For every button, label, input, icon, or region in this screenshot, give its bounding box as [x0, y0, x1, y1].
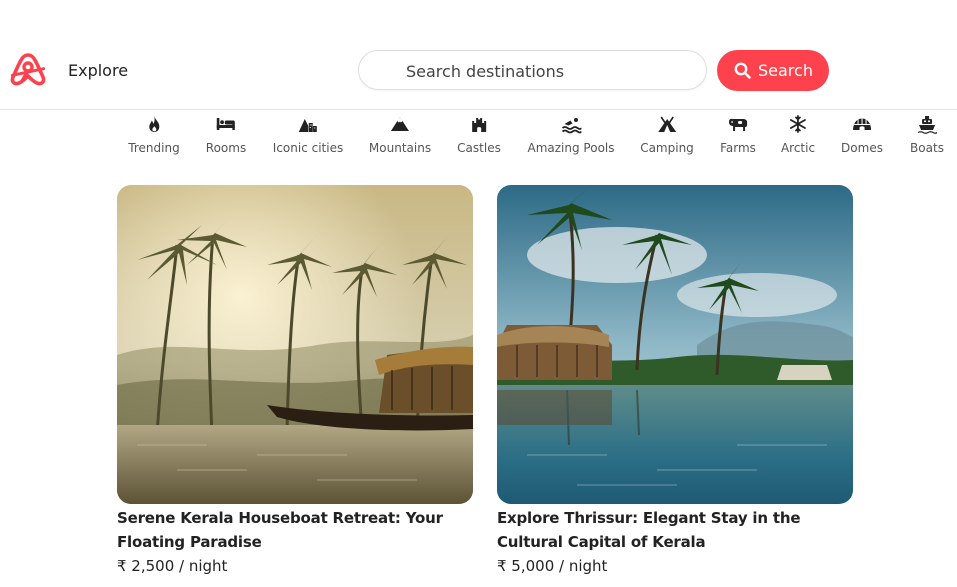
- top-navbar: Explore Search: [0, 0, 957, 110]
- filter-label: Boats: [910, 141, 944, 155]
- mountain-city-icon: [299, 119, 317, 132]
- filter-label: Farms: [720, 141, 756, 155]
- ship-icon: [917, 116, 937, 134]
- filter-trending[interactable]: Trending: [128, 112, 180, 156]
- listing-price: ₹ 5,000 / night: [497, 557, 608, 575]
- filter-label: Rooms: [205, 141, 247, 155]
- bed-icon: [217, 118, 235, 130]
- filter-label: Arctic: [780, 141, 816, 155]
- search-button[interactable]: Search: [717, 50, 829, 91]
- filter-label: Iconic cities: [272, 141, 344, 155]
- fire-icon: [149, 116, 159, 132]
- igloo-icon: [853, 118, 871, 130]
- listing-photo[interactable]: [497, 185, 853, 504]
- listing-price: ₹ 2,500 / night: [117, 557, 228, 575]
- search-input[interactable]: [406, 60, 686, 82]
- cow-icon: [728, 118, 747, 131]
- filter-label: Domes: [841, 141, 883, 155]
- category-filter-bar: Trending Rooms Iconic cities Mountains C…: [0, 112, 957, 157]
- listing-card[interactable]: Explore Thrissur: Elegant Stay in the Cu…: [497, 185, 853, 578]
- filter-arctic[interactable]: Arctic: [781, 112, 815, 156]
- listing-photo[interactable]: [117, 185, 473, 504]
- castle-icon: [471, 118, 486, 132]
- filter-domes[interactable]: Domes: [841, 112, 883, 156]
- explore-link[interactable]: Explore: [68, 61, 128, 81]
- filter-iconic-cities[interactable]: Iconic cities: [273, 112, 343, 156]
- filter-label: Mountains: [368, 141, 432, 155]
- filter-boats[interactable]: Boats: [910, 112, 944, 156]
- filter-camping[interactable]: Camping: [640, 112, 694, 156]
- listing-title[interactable]: Serene Kerala Houseboat Retreat: Your Fl…: [117, 506, 473, 554]
- filter-amazing-pools[interactable]: Amazing Pools: [528, 112, 615, 156]
- filter-label: Camping: [640, 141, 694, 155]
- search-icon: [734, 62, 751, 79]
- filter-label: Amazing Pools: [527, 141, 615, 155]
- tent-icon: [657, 116, 676, 132]
- search-button-label: Search: [758, 61, 813, 80]
- mountain-icon: [391, 117, 409, 131]
- filter-label: Trending: [128, 141, 180, 155]
- snowflake-icon: [790, 115, 806, 133]
- filter-castles[interactable]: Castles: [457, 112, 501, 156]
- filter-mountains[interactable]: Mountains: [369, 112, 431, 156]
- filter-label: Castles: [457, 141, 501, 155]
- filter-rooms[interactable]: Rooms: [206, 112, 246, 156]
- airbnb-logo-icon[interactable]: [10, 52, 46, 86]
- swimmer-icon: [561, 118, 581, 134]
- listing-title[interactable]: Explore Thrissur: Elegant Stay in the Cu…: [497, 506, 853, 554]
- search-box: [358, 50, 707, 90]
- listing-card[interactable]: Serene Kerala Houseboat Retreat: Your Fl…: [117, 185, 473, 578]
- filter-farms[interactable]: Farms: [720, 112, 756, 156]
